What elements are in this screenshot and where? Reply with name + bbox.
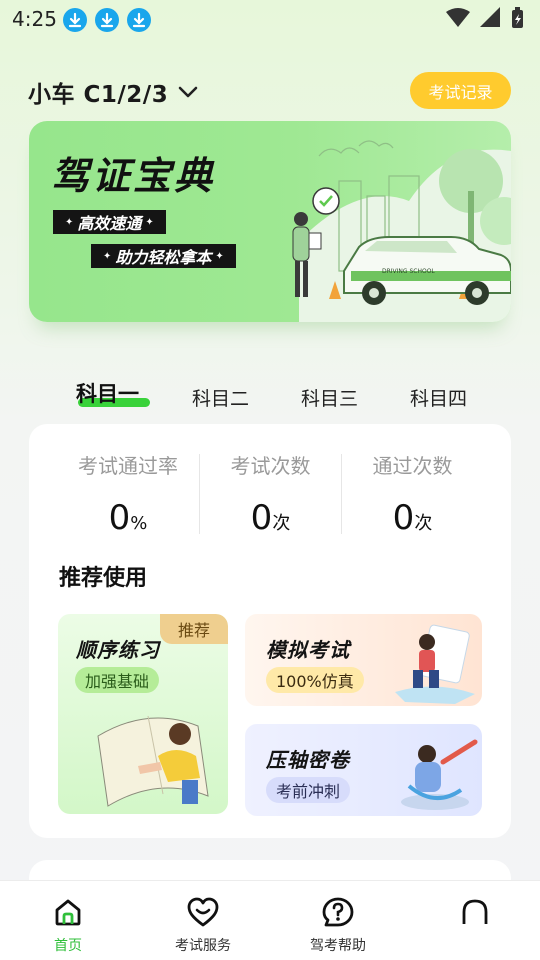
- help-bubble-icon: [322, 897, 354, 927]
- home-icon: [55, 899, 81, 926]
- tab-subject-2[interactable]: 科目二: [192, 384, 249, 411]
- nav-exam-help[interactable]: 驾考帮助: [298, 881, 378, 960]
- download-icon: [63, 8, 87, 32]
- tab-subject-1[interactable]: 科目一: [76, 378, 139, 408]
- banner-tag-2: ✦ 助力轻松拿本 ✦: [91, 244, 236, 268]
- heart-smile-icon: [187, 897, 219, 927]
- system-status-icons: [446, 7, 523, 28]
- final-papers-title: 压轴密卷: [266, 748, 350, 772]
- nav-exam-help-label: 驾考帮助: [310, 938, 366, 954]
- banner-title: 驾证宝典: [51, 154, 216, 198]
- final-papers-illustration: [401, 739, 478, 810]
- nav-exam-services[interactable]: 考试服务: [163, 881, 243, 960]
- signal-icon: [480, 7, 500, 27]
- bottom-navigation: 首页 考试服务 驾考帮助: [0, 880, 540, 960]
- final-papers-chip: 考前冲刺: [266, 777, 351, 803]
- divider: [341, 454, 342, 534]
- mock-exam-chip: 100%仿真: [266, 667, 364, 693]
- divider: [199, 454, 200, 534]
- vehicle-type-label: 小车 C1/2/3: [28, 82, 169, 108]
- section-title-recommend: 推荐使用: [59, 566, 148, 591]
- pass-rate-label: 考试通过率: [78, 454, 178, 478]
- mock-exam-illustration: [395, 624, 475, 704]
- battery-charging-icon: [512, 7, 523, 28]
- recommend-badge: 推荐: [160, 614, 228, 644]
- promo-banner[interactable]: 驾证宝典 ✦ 高效速通 ✦ ✦ 助力轻松拿本 ✦ DRIVING SCHOOL: [29, 121, 511, 322]
- svg-text:DRIVING SCHOOL: DRIVING SCHOOL: [382, 268, 435, 275]
- pass-rate-value: 0%: [108, 498, 148, 538]
- reading-student-icon: [97, 715, 209, 807]
- vehicle-type-selector[interactable]: 小车 C1/2/3: [28, 74, 198, 110]
- check-badge-icon: [312, 187, 340, 215]
- download-icon: [127, 8, 151, 32]
- exam-count-value: 0次: [250, 498, 291, 538]
- mock-exam-title: 模拟考试: [266, 638, 350, 662]
- profile-icon: [462, 899, 488, 924]
- final-papers-card[interactable]: 压轴密卷 考前冲刺: [245, 724, 482, 816]
- nav-exam-services-label: 考试服务: [175, 938, 231, 954]
- practice-title: 顺序练习: [76, 638, 160, 662]
- banner-tag-1: ✦ 高效速通 ✦: [53, 210, 166, 234]
- nav-home[interactable]: 首页: [38, 881, 98, 960]
- tab-subject-4[interactable]: 科目四: [410, 384, 467, 411]
- pass-count-label: 通过次数: [372, 454, 453, 478]
- chevron-down-icon: [178, 86, 198, 98]
- download-icon: [95, 8, 119, 32]
- wifi-icon: [446, 8, 470, 27]
- sequential-practice-card[interactable]: 推荐 顺序练习 加强基础: [58, 614, 228, 814]
- pass-count-value: 0次: [392, 498, 433, 538]
- status-time: 4:25: [12, 7, 57, 31]
- tab-subject-3[interactable]: 科目三: [301, 384, 358, 411]
- status-bar: 4:25: [0, 0, 540, 40]
- mock-exam-card[interactable]: 模拟考试 100%仿真: [245, 614, 482, 706]
- stats-card: 考试通过率 0% 考试次数 0次 通过次数 0次 推荐使用 推荐 顺序练习 加强…: [29, 424, 511, 838]
- exam-count-label: 考试次数: [230, 454, 311, 478]
- practice-chip: 加强基础: [75, 667, 160, 693]
- nav-home-label: 首页: [54, 938, 82, 954]
- nav-profile[interactable]: [445, 881, 505, 960]
- exam-record-button[interactable]: 考试记录: [410, 72, 511, 109]
- driving-test-illustration: DRIVING SCHOOL: [292, 140, 511, 322]
